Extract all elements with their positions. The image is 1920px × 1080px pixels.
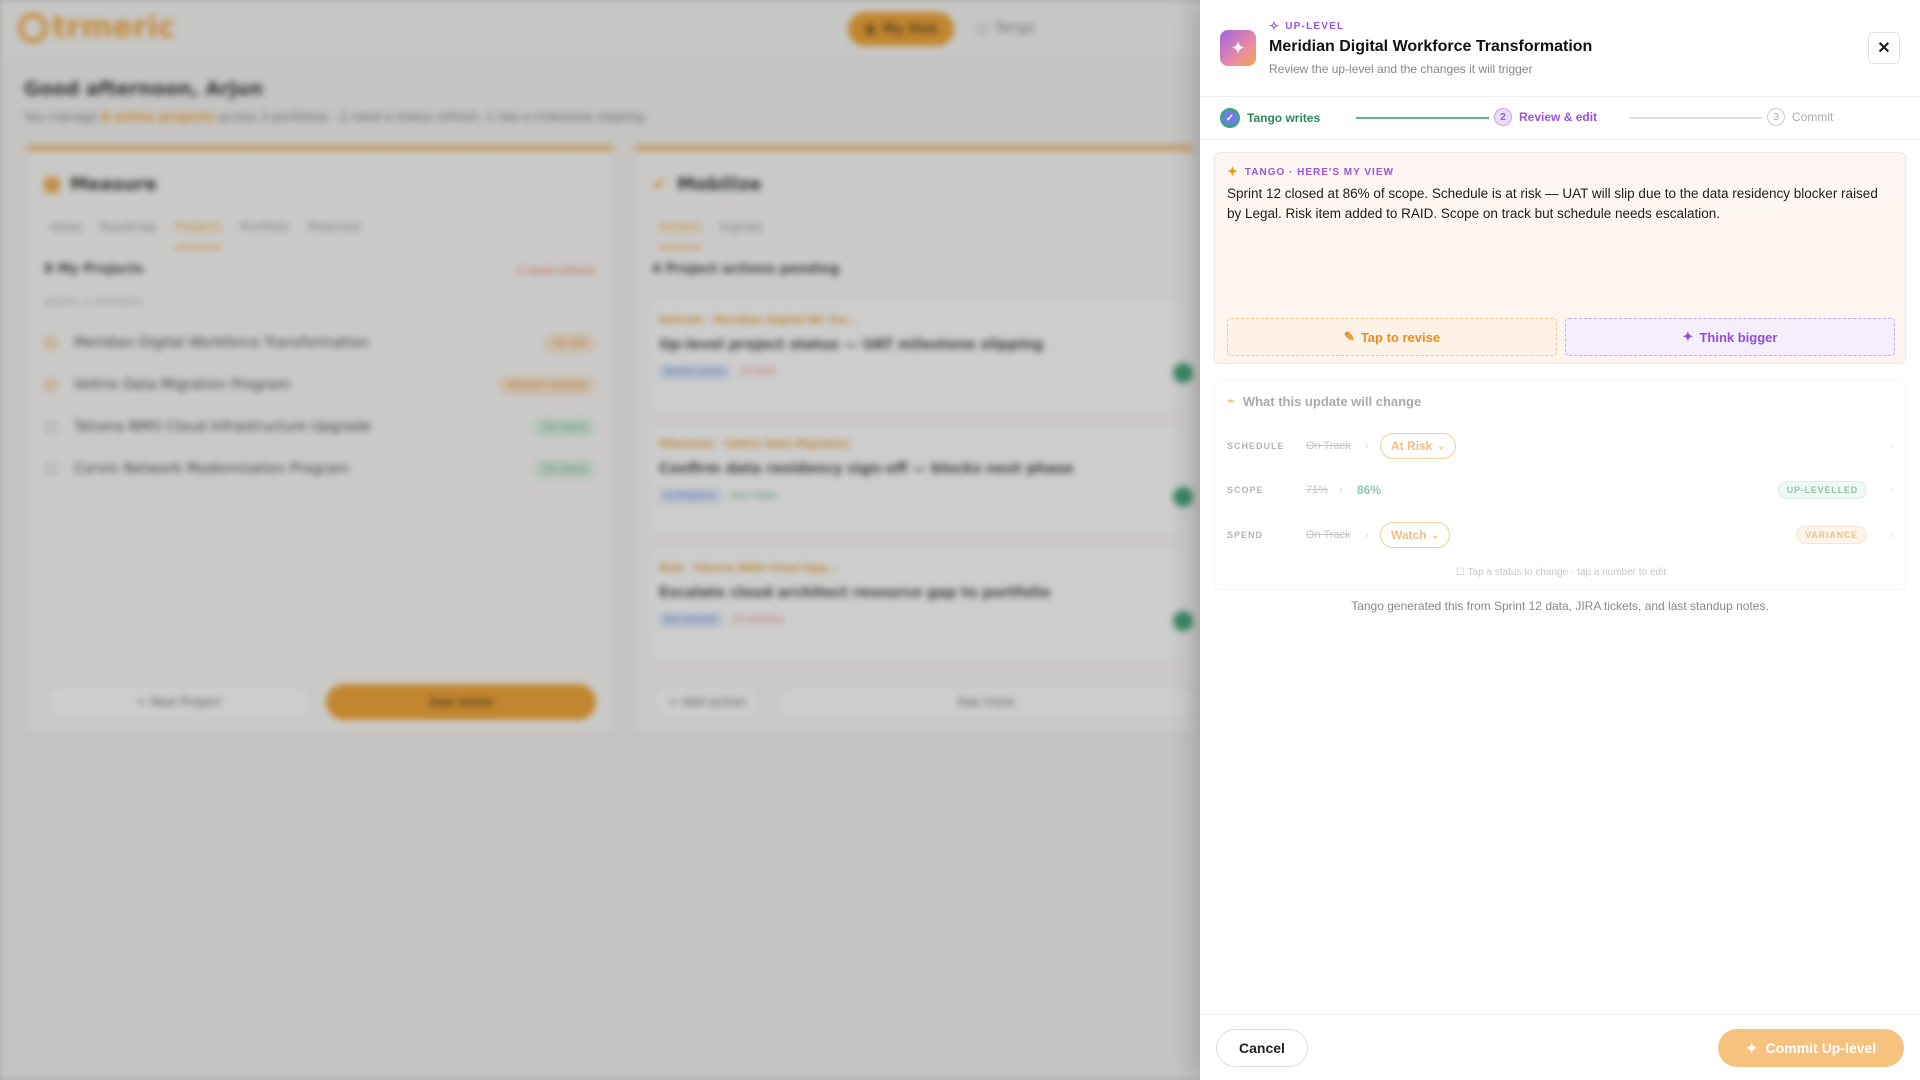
change-label: SPEND [1227,530,1264,540]
stepper: ✓ Tango writes 2 Review & edit 3 Commit [1200,96,1920,140]
pulse-icon: ⌁ [1227,393,1235,408]
status-dropdown[interactable]: Watch ⌄ [1380,522,1451,548]
close-icon: ✕ [1877,40,1891,57]
chevron-right-icon: › [1889,440,1893,452]
up-levelled-badge: UP-LEVELLED [1777,481,1867,499]
tango-view-text[interactable]: Sprint 12 closed at 86% of scope. Schedu… [1227,184,1887,224]
change-label: SCOPE [1227,485,1264,495]
sparkle-icon: ✦ [1745,1039,1758,1056]
step-number: 2 [1494,108,1512,126]
chevron-down-icon: ⌄ [1437,440,1445,451]
drawer-eyebrow: ✧ UP-LEVEL [1269,19,1344,33]
change-row-scope: SCOPE 71% › 86% UP-LEVELLED › [1215,473,1907,507]
change-label: SCHEDULE [1227,441,1285,451]
arrow-icon: › [1365,529,1369,541]
sparkle-icon: ✦ [1682,329,1694,344]
chevron-right-icon: › [1889,529,1893,541]
step-tango-writes[interactable]: ✓ Tango writes [1220,108,1320,128]
bigger-label: Think bigger [1699,329,1778,345]
step-number: 3 [1767,108,1785,126]
drawer-title: Meridian Digital Workforce Transformatio… [1269,38,1593,55]
step-commit[interactable]: 3 Commit [1767,108,1833,126]
changes-heading-text: What this update will change [1242,393,1422,409]
changes-panel: ⌁ What this update will change SCHEDULE … [1214,380,1906,590]
arrow-icon: › [1339,484,1343,496]
view-tag-label: TANGO · HERE'S MY VIEW [1244,166,1394,178]
tap-to-revise-button[interactable]: ✎ Tap to revise [1227,318,1557,356]
variance-badge: VARIANCE [1796,526,1867,544]
uplevel-drawer: ✦ ✧ UP-LEVEL Meridian Digital Workforce … [1200,0,1920,1080]
step-label: Commit [1792,110,1834,124]
change-row-schedule: SCHEDULE On Track › At Risk ⌄ › [1215,429,1907,463]
chevron-right-icon: › [1889,484,1893,496]
drawer-header: ✦ ✧ UP-LEVEL Meridian Digital Workforce … [1200,0,1920,90]
hint-icon: ☐ [1455,567,1465,578]
step-connector [1630,117,1762,119]
sparkle-icon: ✦ [1227,164,1239,179]
step-check-icon: ✓ [1220,108,1240,128]
tango-view-tag: ✦ TANGO · HERE'S MY VIEW [1227,164,1394,180]
step-connector [1356,117,1489,119]
changes-hint: ☐ Tap a status to change · tap a number … [1215,567,1907,578]
eyebrow-label: UP-LEVEL [1285,20,1345,32]
step-review-edit[interactable]: 2 Review & edit [1494,108,1597,126]
new-value: At Risk [1391,439,1433,453]
pencil-icon: ✎ [1343,329,1355,344]
change-row-spend: SPEND On Track › Watch ⌄ VARIANCE › [1215,518,1907,552]
chevron-down-icon: ⌄ [1431,529,1440,540]
generation-footnote: Tango generated this from Sprint 12 data… [1351,599,1769,613]
think-bigger-button[interactable]: ✦ Think bigger [1565,318,1895,356]
changes-heading: ⌁ What this update will change [1227,393,1421,409]
drawer-footer: Cancel ✦ Commit Up-level [1200,1014,1920,1080]
arrow-icon: › [1365,440,1369,452]
status-dropdown[interactable]: At Risk ⌄ [1380,433,1456,459]
tango-view-card: ✦ TANGO · HERE'S MY VIEW Sprint 12 close… [1214,152,1906,364]
step-label: Review & edit [1519,110,1598,124]
sparkle-small-icon: ✧ [1269,19,1281,33]
drawer-subtitle: Review the up-level and the changes it w… [1269,62,1533,76]
new-value[interactable]: 86% [1357,483,1381,497]
new-value: Watch [1391,528,1427,542]
step-label: Tango writes [1247,111,1321,125]
sparkle-icon: ✦ [1220,30,1256,66]
commit-uplevel-button[interactable]: ✦ Commit Up-level [1718,1029,1904,1067]
old-value: 71% [1306,484,1329,496]
close-button[interactable]: ✕ [1868,32,1900,64]
hint-text: Tap a status to change · tap a number to… [1467,567,1667,578]
old-value: On Track [1306,440,1351,452]
old-value: On Track [1306,529,1351,541]
commit-label: Commit Up-level [1765,1040,1877,1056]
cancel-button[interactable]: Cancel [1216,1029,1308,1067]
revise-label: Tap to revise [1360,329,1441,345]
